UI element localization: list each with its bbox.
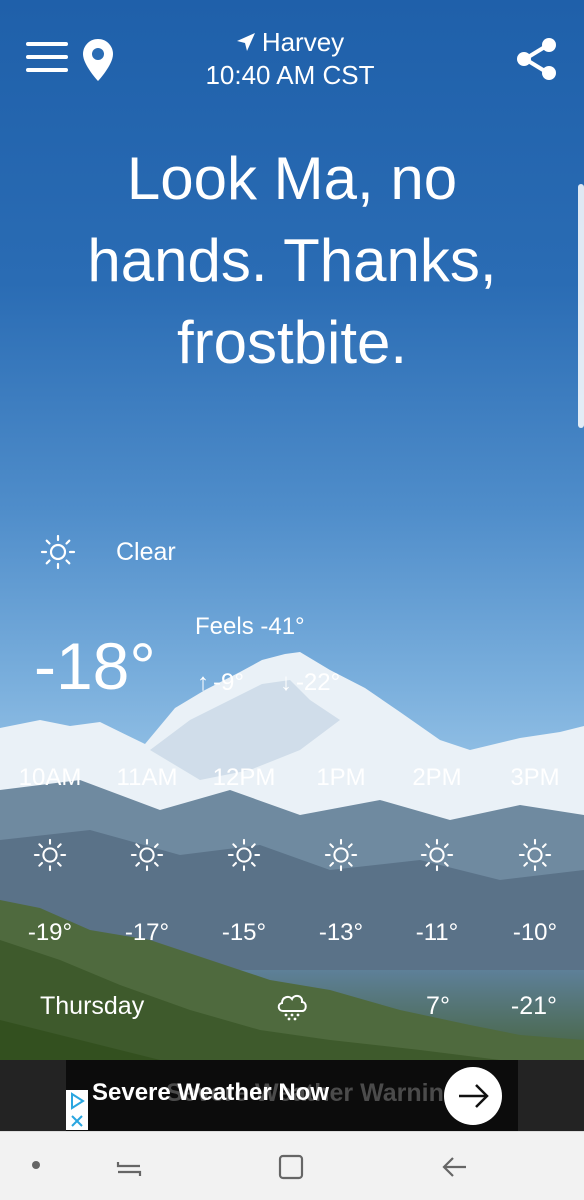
navigation-arrow-icon <box>236 33 255 51</box>
share-icon[interactable] <box>514 36 560 82</box>
hourly-time: 12PM <box>212 764 276 791</box>
weather-screen: Harvey 10:40 AM CST Look Ma, no hands. T… <box>0 0 584 1131</box>
sun-icon <box>324 838 358 872</box>
location-name: Harvey <box>261 27 345 57</box>
hourly-item: 10AM -19° <box>0 760 100 950</box>
ad-headline: Severe Weather Now <box>92 1079 329 1106</box>
daily-forecast-row[interactable]: Thursday 7° -21° <box>0 986 584 1026</box>
arrow-right-icon <box>459 1084 489 1108</box>
sun-icon <box>420 838 454 872</box>
hourly-time: 1PM <box>316 764 366 791</box>
sun-icon <box>518 838 552 872</box>
hourly-temperature: -15° <box>221 919 267 946</box>
hourly-item: 12PM -15° <box>194 760 294 950</box>
hourly-item: 11AM -17° <box>97 760 197 950</box>
sun-icon <box>40 534 76 570</box>
hourly-forecast[interactable]: 10AM -19° 11AM -17° 12PM -15° 1PM -13° 2… <box>0 760 584 960</box>
hourly-item: 2PM -11° <box>387 760 487 950</box>
sun-icon <box>33 838 67 872</box>
high-low-temperatures: ↑ -9° ↓ -22° <box>197 666 340 700</box>
hourly-item: 3PM -10° <box>485 760 584 950</box>
ad-banner[interactable]: Severe Weather Warning Severe Weather No… <box>66 1060 518 1131</box>
local-time: 10:40 AM CST <box>205 60 375 90</box>
hourly-time: 3PM <box>510 764 560 791</box>
high-temperature-value: -9° <box>213 669 244 696</box>
ad-choices-icon[interactable] <box>66 1090 88 1130</box>
daily-high-temperature: 7° <box>426 992 450 1020</box>
hourly-time: 11AM <box>116 764 178 791</box>
sun-icon <box>130 838 164 872</box>
day-name: Thursday <box>40 992 145 1020</box>
hourly-temperature: -11° <box>415 919 459 946</box>
low-temperature-value: -22° <box>295 669 341 696</box>
daily-low-temperature: -21° <box>510 992 558 1020</box>
location-pin-icon[interactable] <box>82 38 114 82</box>
ad-arrow-button[interactable] <box>444 1067 502 1125</box>
hourly-item: 1PM -13° <box>291 760 391 950</box>
location-header[interactable]: Harvey 10:40 AM CST <box>190 26 390 92</box>
hourly-temperature: -13° <box>318 919 364 946</box>
arrow-up-icon: ↑ <box>197 669 209 696</box>
hamburger-menu-icon[interactable] <box>26 42 68 72</box>
ad-banner-bar: Severe Weather Warning Severe Weather No… <box>0 1060 584 1131</box>
low-temperature: ↓ -22° <box>280 666 340 700</box>
hourly-temperature: -19° <box>27 919 73 946</box>
hourly-time: 10AM <box>18 764 82 791</box>
current-condition: Clear <box>40 532 176 572</box>
snow-cloud-icon <box>277 994 307 1021</box>
current-temperature: -18° <box>34 629 156 703</box>
scrollbar[interactable] <box>578 184 584 428</box>
condition-label: Clear <box>116 537 176 566</box>
high-temperature: ↑ -9° <box>197 666 244 700</box>
recent-apps-icon[interactable] <box>112 1150 146 1184</box>
hourly-temperature: -17° <box>124 919 170 946</box>
weather-headline: Look Ma, no hands. Thanks, frostbite. <box>87 145 497 376</box>
feels-like-temperature: Feels -41° <box>195 613 305 640</box>
home-button-icon[interactable] <box>274 1150 308 1184</box>
hourly-temperature: -10° <box>512 919 558 946</box>
android-navigation-bar <box>0 1131 584 1200</box>
sun-icon <box>227 838 261 872</box>
top-bar: Harvey 10:40 AM CST <box>0 0 584 110</box>
keyboard-hide-dot-button[interactable] <box>32 1161 40 1169</box>
back-arrow-icon[interactable] <box>438 1150 472 1184</box>
hourly-time: 2PM <box>412 764 462 791</box>
arrow-down-icon: ↓ <box>279 669 292 696</box>
